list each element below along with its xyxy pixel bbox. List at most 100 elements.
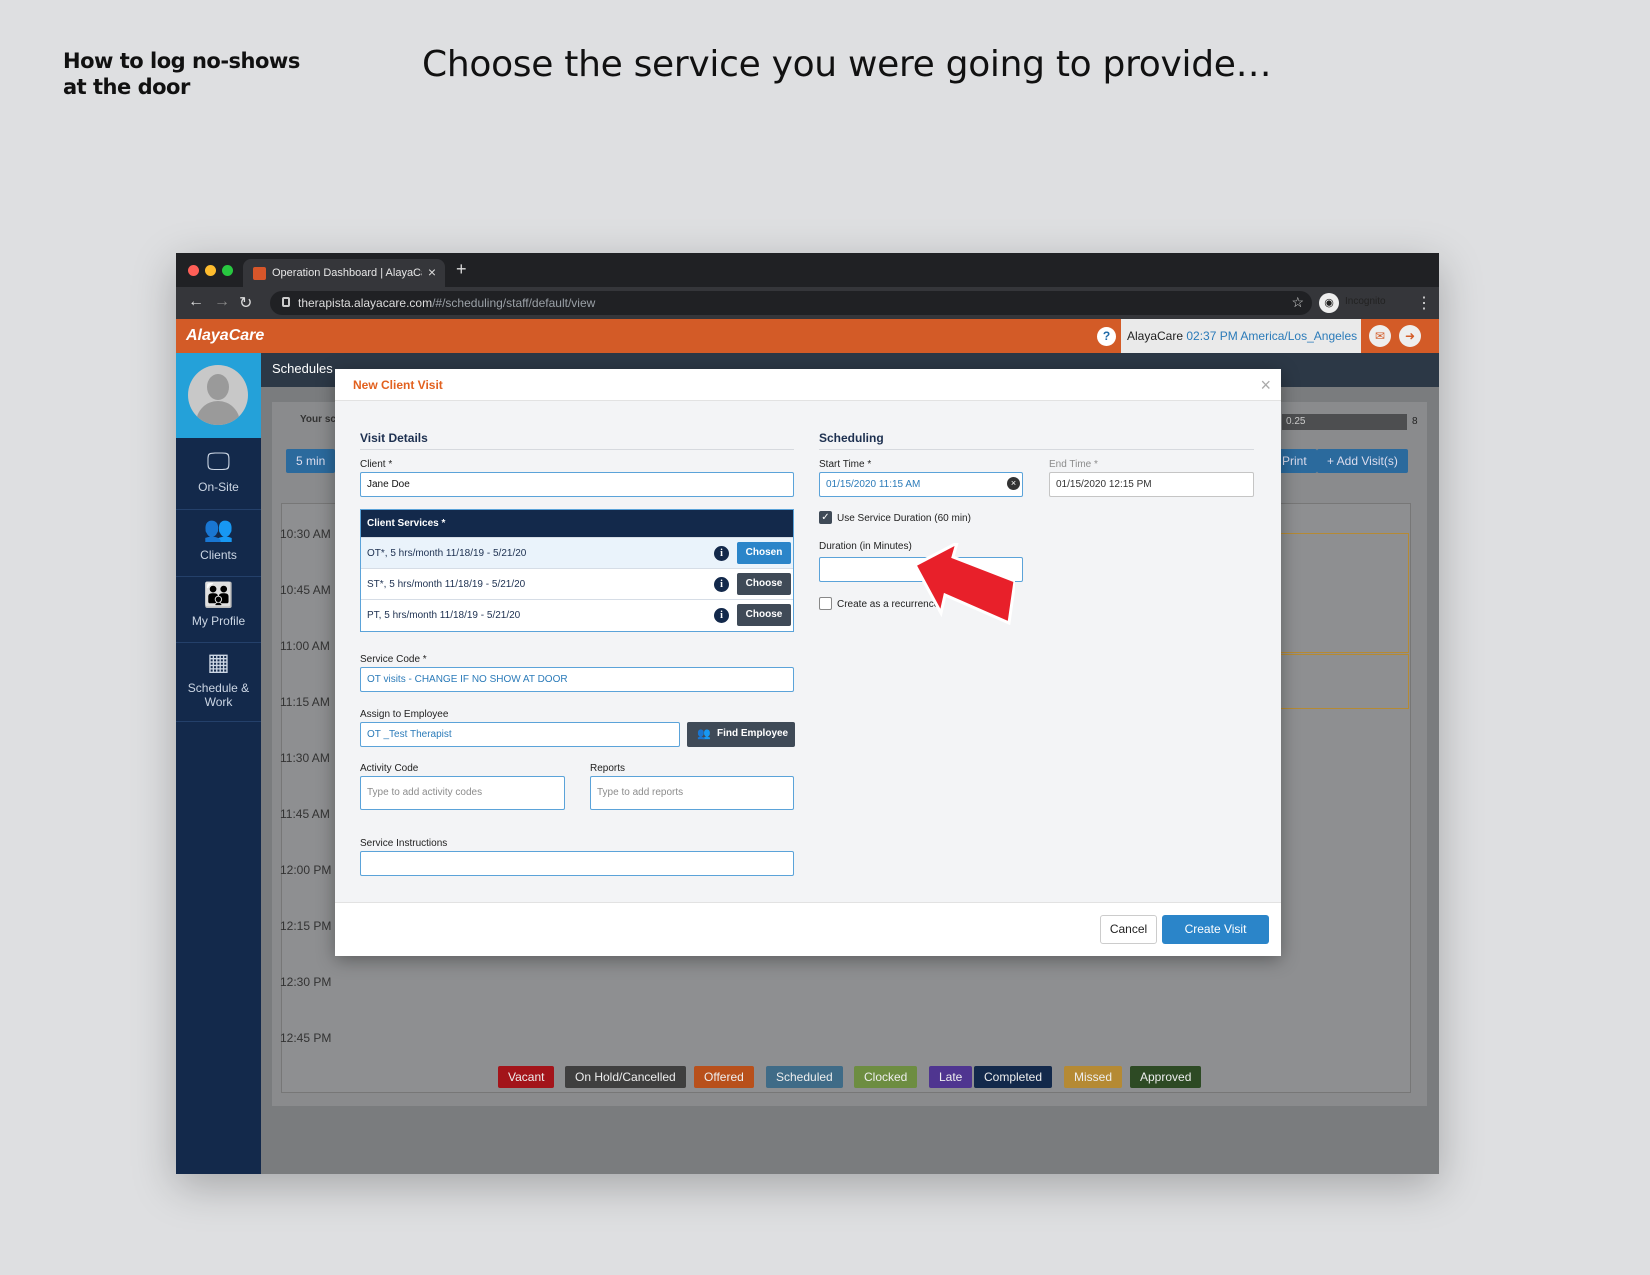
help-icon[interactable]: ? (1097, 327, 1116, 346)
forward-arrow-icon[interactable]: → (214, 293, 230, 311)
calendar-icon: ▦ (207, 649, 230, 676)
start-time-field[interactable]: 01/15/2020 11:15 AM (819, 472, 1023, 497)
url-host: therapista.alayacare.com (298, 296, 433, 310)
browser-menu-icon[interactable]: ⋮ (1416, 293, 1432, 313)
time-label: 12:00 PM (280, 863, 332, 877)
add-visits-button[interactable]: + Add Visit(s) (1317, 449, 1408, 473)
cancel-button[interactable]: Cancel (1100, 915, 1157, 944)
assign-employee-field[interactable]: OT _Test Therapist (360, 722, 680, 747)
browser-window: Operation Dashboard | AlayaCare × + ← → … (176, 253, 1439, 1174)
avatar-area[interactable] (176, 353, 261, 438)
end-time-label: End Time * (1049, 459, 1098, 470)
browser-toolbar: ← → ↻ therapista.alayacare.com/#/schedul… (176, 287, 1439, 319)
pointer-arrow-shape (915, 543, 1015, 626)
sidebar-item-my-profile[interactable]: 👪 My Profile (176, 581, 261, 643)
users-icon: 👥 (203, 516, 234, 543)
team-icon: 👥 (697, 728, 711, 740)
lock-icon (282, 297, 290, 307)
choose-button[interactable]: Choose (737, 604, 791, 626)
address-bar[interactable]: therapista.alayacare.com/#/scheduling/st… (270, 291, 1312, 315)
modal-header: New Client Visit × (335, 369, 1281, 401)
modal-footer: Cancel Create Visit (335, 902, 1281, 956)
legend-scheduled: Scheduled (766, 1066, 843, 1088)
start-time-label: Start Time * (819, 459, 872, 470)
reports-input[interactable]: Type to add reports (590, 776, 794, 810)
user-info: AlayaCare 02:37 PM America/Los_Angeles (1121, 319, 1361, 353)
chosen-button[interactable]: Chosen (737, 542, 791, 564)
recurrence-checkbox[interactable] (819, 597, 832, 610)
user-name: AlayaCare (1127, 329, 1184, 343)
client-field[interactable]: Jane Doe (360, 472, 794, 497)
info-icon[interactable]: i (714, 546, 729, 561)
incognito-label: Incognito (1345, 296, 1386, 307)
time-label: 11:45 AM (280, 807, 330, 821)
sidebar: 🖵 On-Site 👥 Clients 👪 My Profile ▦ Sched… (176, 353, 261, 1174)
mail-icon[interactable]: ✉ (1369, 325, 1391, 347)
info-icon[interactable]: i (714, 577, 729, 592)
close-window-dot[interactable] (188, 265, 199, 276)
incognito-indicator[interactable]: ◉ Incognito (1319, 291, 1399, 315)
alayacare-app: AlayaCare ? AlayaCare 02:37 PM America/L… (176, 319, 1439, 1174)
new-tab-icon[interactable]: + (456, 259, 467, 280)
sidebar-item-schedule-work[interactable]: ▦ Schedule & Work (176, 648, 261, 722)
service-row: OT*, 5 hrs/month 11/18/19 - 5/21/20 i Ch… (361, 537, 793, 568)
tab-title: Operation Dashboard | AlayaCare (272, 267, 422, 279)
info-icon[interactable]: i (714, 608, 729, 623)
time-label: 12:45 PM (280, 1031, 332, 1045)
time-label: 12:15 PM (280, 919, 332, 933)
monitor-icon: 🖵 (206, 448, 231, 475)
tab-close-icon[interactable]: × (428, 264, 436, 280)
maximize-window-dot[interactable] (222, 265, 233, 276)
minimize-window-dot[interactable] (205, 265, 216, 276)
close-icon[interactable]: × (1260, 375, 1271, 396)
service-code-label: Service Code * (360, 654, 427, 665)
service-text: ST*, 5 hrs/month 11/18/19 - 5/21/20 (367, 579, 526, 590)
page-title: Schedules (272, 361, 333, 376)
interval-dropdown[interactable]: 5 min (286, 449, 336, 473)
legend-approved: Approved (1130, 1066, 1202, 1088)
service-text: OT*, 5 hrs/month 11/18/19 - 5/21/20 (367, 548, 527, 559)
pointer-arrow-icon (915, 543, 1015, 626)
tab-bar: Operation Dashboard | AlayaCare × + (176, 253, 1439, 287)
service-row: PT, 5 hrs/month 11/18/19 - 5/21/20 i Cho… (361, 599, 793, 630)
url-text: therapista.alayacare.com/#/scheduling/st… (298, 296, 595, 310)
sidebar-item-label: Schedule & Work (187, 681, 250, 709)
back-arrow-icon[interactable]: ← (188, 293, 204, 311)
use-duration-checkbox[interactable]: ✓ (819, 511, 832, 524)
sidebar-item-clients[interactable]: 👥 Clients (176, 515, 261, 577)
service-instructions-field[interactable] (360, 851, 794, 876)
service-instructions-label: Service Instructions (360, 838, 448, 849)
reload-icon[interactable]: ↻ (239, 293, 252, 313)
sidebar-item-label: On-Site (198, 480, 239, 494)
reports-label: Reports (590, 763, 626, 774)
browser-tab[interactable]: Operation Dashboard | AlayaCare × (243, 259, 445, 287)
incognito-icon: ◉ (1319, 293, 1339, 313)
service-text: PT, 5 hrs/month 11/18/19 - 5/21/20 (367, 610, 521, 621)
bookmark-star-icon[interactable]: ☆ (1291, 294, 1304, 311)
legend-on-hold-cancelled: On Hold/Cancelled (565, 1066, 686, 1088)
sidebar-item-on-site[interactable]: 🖵 On-Site (176, 448, 261, 510)
time-label: 11:00 AM (280, 639, 330, 653)
create-visit-button[interactable]: Create Visit (1162, 915, 1269, 944)
activity-code-input[interactable]: Type to add activity codes (360, 776, 565, 810)
side-caption: How to log no-shows at the door (63, 49, 300, 99)
assign-employee-label: Assign to Employee (360, 709, 449, 720)
alayacare-favicon-icon (253, 267, 266, 280)
client-services-list: Client Services * OT*, 5 hrs/month 11/18… (360, 509, 794, 632)
legend-late: Late (929, 1066, 973, 1088)
modal-title: New Client Visit (353, 378, 443, 392)
find-employee-button[interactable]: 👥 Find Employee (687, 722, 795, 747)
time-label: 10:45 AM (280, 583, 331, 597)
time-label: 12:30 PM (280, 975, 332, 989)
service-code-field[interactable]: OT visits - CHANGE IF NO SHOW AT DOOR (360, 667, 794, 692)
end-time-field[interactable]: 01/15/2020 12:15 PM (1049, 472, 1254, 497)
choose-button[interactable]: Choose (737, 573, 791, 595)
progress-count: 8 (1412, 416, 1418, 427)
progress-bar: 0.25 (1282, 414, 1407, 430)
scheduling-heading: Scheduling (819, 431, 1254, 450)
logout-icon[interactable]: ➜ (1399, 325, 1421, 347)
legend-missed: Missed (1064, 1066, 1123, 1088)
use-duration-label: Use Service Duration (60 min) (837, 513, 971, 524)
duration-label: Duration (in Minutes) (819, 541, 912, 552)
clear-icon[interactable]: × (1007, 477, 1020, 490)
